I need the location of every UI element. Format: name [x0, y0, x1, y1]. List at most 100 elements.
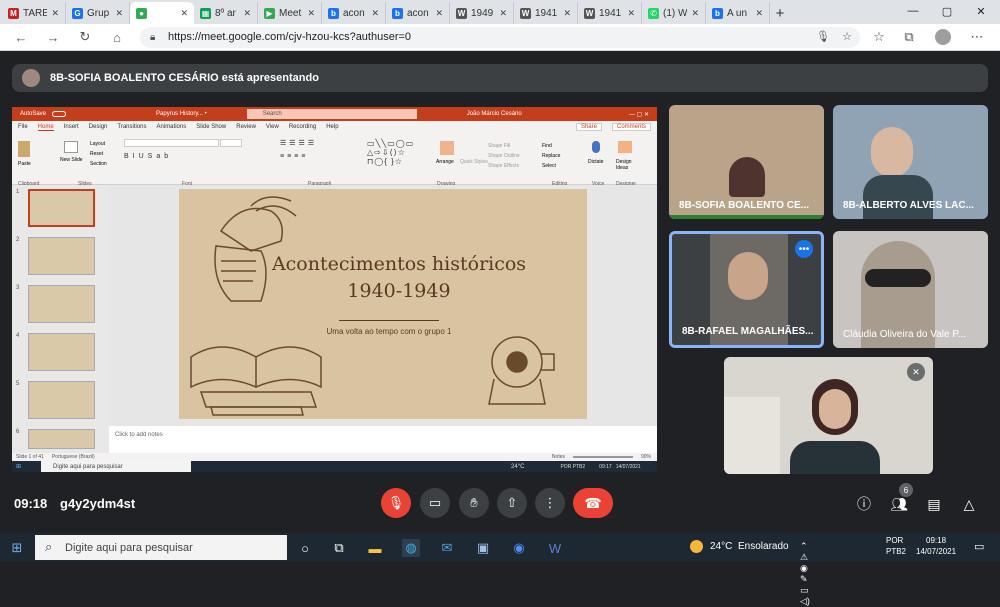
url-input[interactable]: 🔒︎ https://meet.google.com/cjv-hzou-kcs?… — [140, 27, 860, 48]
shape-outline-button[interactable]: Shape Outline — [488, 153, 520, 159]
forward-icon[interactable]: → — [44, 28, 62, 46]
close-tab-icon[interactable]: ✕ — [691, 8, 699, 19]
meeting-details-icon[interactable]: ⓘ — [854, 494, 874, 514]
lang-indicator-1[interactable]: POR — [886, 536, 903, 545]
pp-window-controls[interactable]: — ▢ ✕ — [629, 111, 649, 118]
word-icon[interactable]: W — [546, 539, 564, 557]
menu-help[interactable]: Help — [326, 124, 338, 130]
profile-avatar[interactable] — [934, 28, 952, 46]
weather-text[interactable]: Ensolarado — [738, 541, 789, 552]
back-icon[interactable]: ← — [12, 28, 30, 46]
close-tab-icon[interactable]: ✕ — [499, 8, 507, 19]
reload-icon[interactable]: ↻ — [76, 28, 94, 46]
dictate-icon[interactable] — [592, 141, 600, 153]
maximize-icon[interactable]: ▢ — [930, 0, 964, 22]
close-tab-icon[interactable]: ✕ — [307, 8, 315, 19]
notes-toggle[interactable]: Notes — [552, 454, 565, 460]
browser-tab[interactable]: b acon ✕ — [322, 2, 386, 24]
browser-tab[interactable]: ● ✕ — [130, 2, 194, 24]
slide-thumbnail[interactable] — [28, 189, 95, 227]
participant-tile[interactable]: Cláudia Oliveira do Vale P... — [833, 231, 988, 348]
minimize-icon[interactable]: — — [896, 0, 930, 22]
font-select[interactable] — [124, 139, 219, 147]
browser-tab[interactable]: G Grup ✕ — [66, 2, 130, 24]
layout-button[interactable]: Layout — [90, 141, 105, 147]
cortana-icon[interactable]: ○ — [296, 539, 314, 557]
present-button[interactable]: ⇧ — [497, 488, 527, 518]
close-tab-icon[interactable]: ✕ — [243, 8, 251, 19]
close-window-icon[interactable]: ✕ — [964, 0, 998, 22]
font-format-icons[interactable]: BIUSab — [124, 153, 172, 160]
find-button[interactable]: Find — [542, 143, 552, 149]
activities-icon[interactable]: △ — [959, 494, 979, 514]
self-view-tile[interactable]: ✕ — [724, 357, 933, 474]
microphone-icon[interactable]: 🎙︎ — [816, 27, 830, 48]
quick-styles-label[interactable]: Quick Styles — [460, 159, 488, 165]
font-size-select[interactable] — [220, 139, 242, 147]
participant-tile[interactable]: 8B-ALBERTO ALVES LAC... — [833, 105, 988, 219]
close-tab-icon[interactable]: ✕ — [115, 8, 123, 19]
close-tab-icon[interactable]: ✕ — [627, 8, 635, 19]
browser-tab[interactable]: ✆ (1) W ✕ — [642, 2, 706, 24]
section-button[interactable]: Section — [90, 161, 107, 167]
menu-transitions[interactable]: Transitions — [117, 124, 146, 130]
slide-thumbnail[interactable] — [28, 333, 95, 371]
store-icon[interactable]: ▣ — [474, 539, 492, 557]
participant-tile[interactable]: 8B-SOFIA BOALENTO CE... — [669, 105, 824, 219]
task-view-icon[interactable]: ⧉ — [330, 539, 348, 557]
browser-tab[interactable]: W 1941 ✕ — [514, 2, 578, 24]
home-icon[interactable]: ⌂ — [108, 28, 126, 46]
menu-slide-show[interactable]: Slide Show — [196, 124, 226, 130]
notifications-icon[interactable]: ▭ — [974, 540, 984, 553]
close-tab-icon[interactable]: ✕ — [755, 8, 763, 19]
shape-effects-button[interactable]: Shape Effects — [488, 163, 519, 169]
shapes-gallery[interactable]: ▭╲╲▭◯▭ △⇨⇩⟨⟩☆ ⊓◯{ }☆ — [367, 139, 437, 169]
close-tab-icon[interactable]: ✕ — [563, 8, 571, 19]
language-status[interactable]: Portuguese (Brazil) — [52, 454, 95, 460]
paste-icon[interactable] — [18, 141, 30, 157]
select-button[interactable]: Select — [542, 163, 556, 169]
menu-insert[interactable]: Insert — [64, 124, 79, 130]
close-tab-icon[interactable]: ✕ — [180, 8, 188, 19]
arrange-icon[interactable] — [440, 141, 454, 155]
file-explorer-icon[interactable]: ▬ — [366, 539, 384, 557]
zoom-app-icon[interactable]: ◉ — [510, 539, 528, 557]
new-slide-icon[interactable] — [64, 141, 78, 153]
people-icon[interactable]: 👥︎ — [889, 494, 909, 514]
mail-icon[interactable]: ✉ — [438, 539, 456, 557]
zoom-level[interactable]: 90% — [641, 454, 651, 460]
browser-tab[interactable]: M TARE ✕ — [2, 2, 66, 24]
participant-tile-active[interactable]: ••• 8B-RAFAEL MAGALHÃES... — [669, 231, 824, 348]
browser-tab[interactable]: ▦ 8º ar ✕ — [194, 2, 258, 24]
browser-tab[interactable]: W 1949 ✕ — [450, 2, 514, 24]
taskbar-date[interactable]: 14/07/2021 — [916, 547, 956, 556]
close-tab-icon[interactable]: ✕ — [435, 8, 443, 19]
menu-review[interactable]: Review — [236, 124, 256, 130]
close-tab-icon[interactable]: ✕ — [51, 8, 59, 19]
zoom-slider[interactable] — [572, 456, 633, 458]
taskbar-search-input[interactable]: ⌕ Digite aqui para pesquisar — [35, 535, 287, 560]
browser-tab[interactable]: b acon ✕ — [386, 2, 450, 24]
align-icons[interactable]: ≡≡≡≡ — [280, 153, 308, 160]
share-button[interactable]: Share — [575, 123, 602, 131]
more-options-icon[interactable]: ••• — [795, 240, 813, 258]
pp-search-input[interactable]: Search — [246, 109, 417, 119]
browser-tab[interactable]: W 1941 ✕ — [578, 2, 642, 24]
weather-temp[interactable]: 24°C — [710, 541, 732, 552]
menu-animations[interactable]: Animations — [157, 124, 187, 130]
reset-button[interactable]: Reset — [90, 151, 103, 157]
design-ideas-icon[interactable] — [618, 141, 632, 153]
slide-thumbnail[interactable] — [28, 285, 95, 323]
menu-view[interactable]: View — [266, 124, 279, 130]
menu-file[interactable]: File — [18, 124, 28, 130]
browser-tab[interactable]: b A un ✕ — [706, 2, 770, 24]
taskbar-time[interactable]: 09:18 — [926, 536, 946, 545]
autosave-toggle[interactable] — [52, 111, 67, 117]
new-tab-button[interactable]: + — [770, 2, 790, 24]
current-slide[interactable]: Acontecimentos históricos 1940-1949 Uma … — [179, 189, 587, 419]
replace-button[interactable]: Replace — [542, 153, 560, 159]
raise-hand-button[interactable]: ✋︎ — [459, 488, 489, 518]
favorites-icon[interactable]: ☆ — [870, 28, 888, 46]
camera-toggle-button[interactable]: ▭ — [420, 488, 450, 518]
site-info-icon[interactable]: ☆ — [842, 27, 852, 48]
